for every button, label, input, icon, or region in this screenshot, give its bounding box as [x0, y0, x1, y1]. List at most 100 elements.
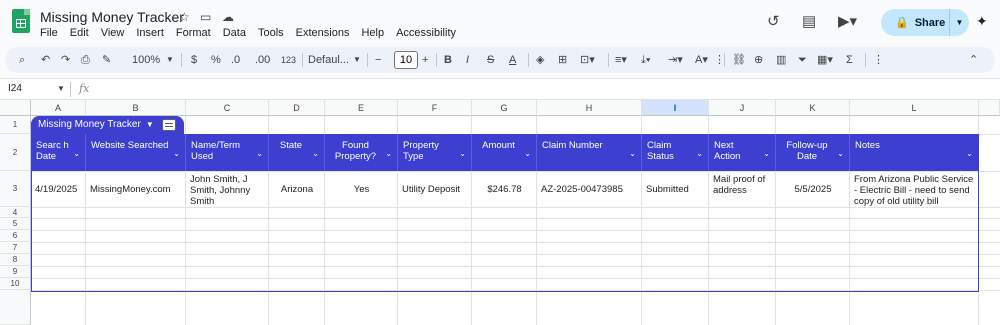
column-header-l[interactable]: L [850, 100, 979, 116]
column-filter-icon[interactable]: ⌄ [524, 148, 531, 159]
table-header-cell[interactable]: State ⌄ [269, 134, 325, 171]
table-cell[interactable]: Submitted [646, 184, 705, 195]
increase-font-size-icon[interactable]: + [422, 53, 428, 67]
table-cell[interactable]: John Smith, J Smith, Johnny Smith [190, 174, 265, 207]
undo-icon[interactable]: ↶ [41, 53, 50, 67]
row-header-7[interactable]: 7 [0, 242, 31, 254]
insert-link-icon[interactable]: ⛓ [732, 53, 746, 67]
row-header-6[interactable]: 6 [0, 230, 31, 242]
sheets-logo-icon[interactable] [12, 9, 30, 33]
filter-views-icon[interactable]: ▦▾ [817, 53, 833, 67]
menu-data[interactable]: Data [223, 27, 246, 39]
gemini-icon[interactable]: ✦ [976, 13, 988, 30]
percent-format-button[interactable]: % [211, 53, 221, 67]
table-cell[interactable]: Mail proof of address [713, 174, 772, 196]
currency-format-button[interactable]: $ [191, 53, 197, 67]
more-options-icon[interactable]: ⋮ [873, 53, 884, 67]
search-menus-icon[interactable]: ⌕ [19, 53, 25, 67]
column-filter-icon[interactable]: ⌄ [763, 148, 770, 159]
column-header-f[interactable]: F [398, 100, 472, 116]
decrease-decimal-button[interactable]: .0 [231, 53, 240, 67]
font-size-input[interactable]: 10 [394, 51, 418, 69]
document-title[interactable]: Missing Money Tracker [40, 9, 184, 25]
menu-tools[interactable]: Tools [258, 27, 284, 39]
table-cell[interactable]: AZ-2025-00473985 [541, 184, 638, 195]
row-header-4[interactable]: 4 [0, 207, 31, 218]
menu-accessibility[interactable]: Accessibility [396, 27, 456, 39]
decrease-font-size-icon[interactable]: − [375, 53, 381, 67]
menu-insert[interactable]: Insert [136, 27, 164, 39]
column-filter-icon[interactable]: ⌄ [385, 148, 392, 159]
table-cell[interactable]: Arizona [273, 184, 321, 195]
font-dropdown-icon[interactable]: ▼ [353, 53, 361, 67]
column-header-a[interactable]: A [31, 100, 86, 116]
share-dropdown-icon[interactable]: ▼ [949, 9, 969, 36]
borders-icon[interactable]: ⊞ [558, 53, 567, 67]
select-all-corner[interactable] [0, 100, 31, 116]
table-settings-icon[interactable] [162, 119, 176, 131]
column-header-e[interactable]: E [325, 100, 398, 116]
menu-extensions[interactable]: Extensions [296, 27, 350, 39]
text-rotation-icon[interactable]: A▾ [695, 53, 708, 67]
move-folder-icon[interactable]: ▭ [200, 10, 211, 24]
table-header-cell[interactable]: Name/Term Used ⌄ [186, 134, 269, 171]
column-filter-icon[interactable]: ⌄ [837, 148, 844, 159]
column-filter-icon[interactable]: ⌄ [256, 148, 263, 159]
table-cell[interactable]: MissingMoney.com [90, 184, 182, 195]
share-button[interactable]: 🔒 Share ▼ [881, 9, 969, 36]
column-header-g[interactable]: G [472, 100, 537, 116]
table-cell[interactable]: Yes [329, 184, 394, 195]
column-header-j[interactable]: J [709, 100, 776, 116]
column-header-c[interactable]: C [186, 100, 269, 116]
menu-file[interactable]: File [40, 27, 58, 39]
meet-icon[interactable]: ▶▾ [838, 12, 857, 30]
horizontal-align-icon[interactable]: ≡▾ [615, 53, 627, 67]
zoom-dropdown-icon[interactable]: ▼ [166, 53, 174, 67]
column-filter-icon[interactable]: ⌄ [312, 148, 319, 159]
column-header-d[interactable]: D [269, 100, 325, 116]
table-header-cell[interactable]: Claim Status ⌄ [642, 134, 709, 171]
zoom-select[interactable]: 100% [132, 53, 160, 67]
column-header-i[interactable]: I [642, 100, 709, 116]
table-header-cell[interactable]: Property Type ⌄ [398, 134, 472, 171]
table-header-cell[interactable]: Found Property? ⌄ [325, 134, 398, 171]
column-header-h[interactable]: H [537, 100, 642, 116]
table-header-cell[interactable]: Searc h Date ⌄ [31, 134, 86, 171]
table-cell[interactable]: $246.78 [476, 184, 533, 195]
insert-chart-icon[interactable]: ▥ [776, 53, 786, 67]
table-cell[interactable]: 5/5/2025 [780, 184, 846, 195]
functions-icon[interactable]: Σ [846, 53, 853, 67]
merge-cells-icon[interactable]: ⊡▾ [580, 53, 595, 67]
column-filter-icon[interactable]: ⌄ [629, 148, 636, 159]
row-header-9[interactable]: 9 [0, 266, 31, 278]
vertical-align-icon[interactable]: ⤓▾ [641, 53, 650, 67]
cloud-status-icon[interactable]: ☁ [222, 10, 234, 24]
row-header-2[interactable]: 2 [0, 134, 31, 171]
table-cell[interactable]: Utility Deposit [402, 184, 468, 195]
column-filter-icon[interactable]: ⌄ [73, 148, 80, 159]
paint-format-icon[interactable]: ✎ [102, 53, 111, 67]
column-filter-icon[interactable]: ⌄ [173, 148, 180, 159]
table-header-cell[interactable]: Website Searched ⌄ [86, 134, 186, 171]
text-color-icon[interactable]: A [509, 53, 516, 67]
row-header-8[interactable]: 8 [0, 254, 31, 266]
name-box-dropdown-icon[interactable]: ▼ [57, 84, 65, 93]
comments-icon[interactable]: ▤ [802, 12, 816, 30]
insert-comment-icon[interactable]: ⊕ [754, 53, 763, 67]
row-header-10[interactable]: 10 [0, 278, 31, 290]
menu-help[interactable]: Help [361, 27, 384, 39]
bold-icon[interactable]: B [444, 53, 452, 67]
redo-icon[interactable]: ↷ [61, 53, 70, 67]
star-icon[interactable]: ☆ [179, 10, 190, 24]
create-filter-icon[interactable]: ⏷ [798, 53, 807, 67]
italic-icon[interactable]: I [466, 53, 469, 67]
fill-color-icon[interactable]: ◈ [536, 53, 544, 67]
version-history-icon[interactable]: ↺ [767, 12, 780, 30]
table-cell[interactable]: From Arizona Public Service - Electric B… [854, 174, 975, 207]
row-header-3[interactable]: 3 [0, 171, 31, 207]
table-header-cell[interactable]: Amount ⌄ [472, 134, 537, 171]
row-header-5[interactable]: 5 [0, 218, 31, 230]
menu-view[interactable]: View [101, 27, 125, 39]
column-filter-icon[interactable]: ⌄ [966, 148, 973, 159]
menu-edit[interactable]: Edit [70, 27, 89, 39]
